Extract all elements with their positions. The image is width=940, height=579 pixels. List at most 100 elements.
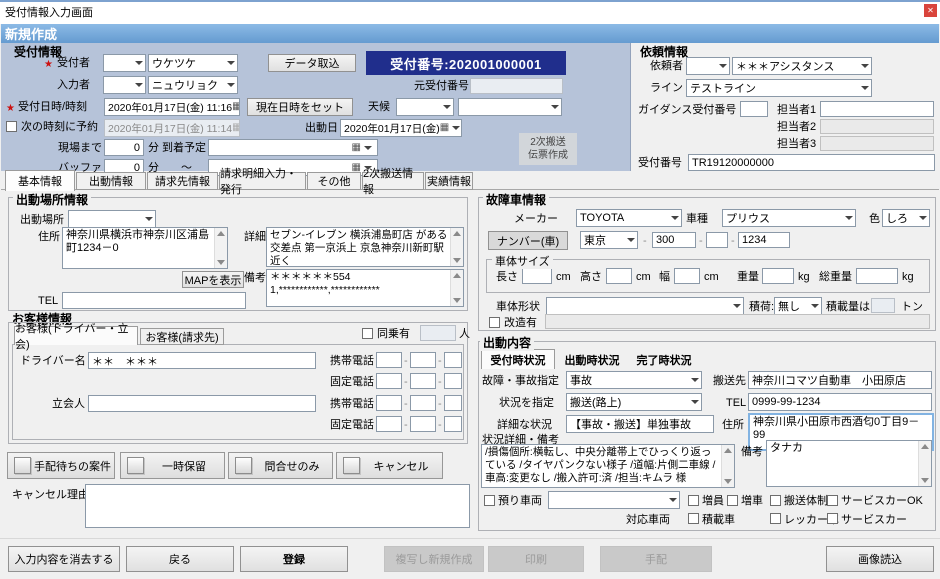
checkbox-icon[interactable] <box>343 457 360 474</box>
capacity-field[interactable] <box>871 298 895 313</box>
maker-select[interactable]: TOYOTA <box>576 209 682 227</box>
reserve-datetime-field[interactable]: 2020年01月17日(金) 11:14▦ <box>104 119 240 137</box>
add-staff-checkbox[interactable] <box>688 495 699 506</box>
input-person-code-select[interactable] <box>103 76 146 94</box>
modified-checkbox[interactable] <box>489 317 500 328</box>
scrollbar[interactable] <box>450 270 463 306</box>
add-car-checkbox[interactable] <box>727 495 738 506</box>
height-field[interactable] <box>606 268 632 284</box>
incident-type-select[interactable]: 事故 <box>566 371 702 389</box>
modified-detail-field[interactable] <box>545 314 930 329</box>
tab-basic-info[interactable]: 基本情報 <box>5 170 75 191</box>
eta-field[interactable]: ▦ <box>208 139 378 156</box>
body-shape-select[interactable] <box>546 297 744 315</box>
transport-system-checkbox[interactable] <box>770 495 781 506</box>
waiting-case-button[interactable]: 手配待ちの案件 <box>7 452 115 479</box>
driver-fixed-2[interactable] <box>410 373 436 389</box>
register-button[interactable]: 登録 <box>240 546 348 572</box>
tab-billing-info[interactable]: 請求先情報 <box>147 172 218 190</box>
scrollbar[interactable] <box>721 445 734 487</box>
tab-results[interactable]: 実績情報 <box>425 172 473 190</box>
passenger-count-field[interactable] <box>420 325 456 341</box>
scroll-down-icon[interactable] <box>921 478 929 483</box>
dispatch-place-select[interactable] <box>68 210 156 228</box>
show-map-button[interactable]: MAPを表示 <box>182 271 244 288</box>
scroll-down-icon[interactable] <box>453 298 461 303</box>
clear-input-button[interactable]: 入力内容を消去する <box>8 546 120 572</box>
witness-mobile-1[interactable] <box>376 395 402 411</box>
customer-tab-billing[interactable]: お客様(請求先) <box>140 328 224 345</box>
client-code-select[interactable] <box>686 57 730 75</box>
servicecar-ok-checkbox[interactable] <box>827 495 838 506</box>
scrollbar[interactable] <box>918 441 931 486</box>
driver-fixed-1[interactable] <box>376 373 402 389</box>
tab-secondary-transport[interactable]: 2次搬送情報 <box>362 172 424 190</box>
wrecker-checkbox[interactable] <box>770 513 781 524</box>
tab-invoice-entry[interactable]: 請求明細入力・発行 <box>219 172 306 190</box>
scroll-down-icon[interactable] <box>453 258 461 263</box>
plate-region-select[interactable]: 東京 <box>580 231 638 249</box>
gross-weight-field[interactable] <box>856 268 898 284</box>
driver-fixed-3[interactable] <box>444 373 462 389</box>
tab-dispatch-info[interactable]: 出動情報 <box>76 172 146 190</box>
scroll-up-icon[interactable] <box>217 231 225 236</box>
checkbox-icon[interactable] <box>127 457 144 474</box>
dispatch-day-field[interactable]: 2020年01月17日(金)▦ <box>340 119 462 137</box>
activity-note-textarea[interactable]: タナカ <box>766 440 932 487</box>
secondary-transport-slip-button[interactable]: 2次搬送 伝票作成 <box>519 133 577 165</box>
set-current-datetime-button[interactable]: 現在日時をセット <box>247 98 353 116</box>
staff1-field[interactable] <box>820 101 934 117</box>
deposit-vehicle-select[interactable] <box>548 491 680 509</box>
location-note-textarea[interactable]: ＊＊＊＊＊＊554 1,************,************ <box>266 269 464 307</box>
load-image-button[interactable]: 画像読込 <box>826 546 934 572</box>
receptionist-name-select[interactable]: ウケツケ <box>148 54 238 72</box>
cargo-select[interactable]: 無し <box>774 297 822 315</box>
width-field[interactable] <box>674 268 700 284</box>
driver-name-field[interactable]: ＊＊ ＊＊＊ <box>88 352 316 369</box>
destination-tel-field[interactable]: 0999-99-1234 <box>748 393 932 411</box>
staff3-field[interactable] <box>820 136 934 151</box>
tab-other[interactable]: その他 <box>307 172 361 190</box>
plate-class-field[interactable]: 300 <box>652 232 696 248</box>
length-field[interactable] <box>522 268 552 284</box>
activity-tab-dispatch[interactable]: 出動時状況 <box>557 351 627 369</box>
witness-fixed-2[interactable] <box>410 416 436 432</box>
customer-tab-driver[interactable]: お客様(ドライバー・立会) <box>14 326 138 345</box>
scroll-up-icon[interactable] <box>724 448 732 453</box>
scrollbar[interactable] <box>214 228 227 268</box>
scroll-up-icon[interactable] <box>921 444 929 449</box>
activity-tab-reception[interactable]: 受付時状況 <box>481 349 555 369</box>
weight-field[interactable] <box>762 268 794 284</box>
scroll-up-icon[interactable] <box>453 273 461 278</box>
plate-kana-field[interactable] <box>706 232 728 248</box>
close-icon[interactable]: ✕ <box>924 4 937 17</box>
passenger-checkbox[interactable] <box>362 328 373 339</box>
data-import-button[interactable]: データ取込 <box>268 54 356 72</box>
situation-select[interactable]: 搬送(路上) <box>566 393 702 411</box>
scroll-up-icon[interactable] <box>453 231 461 236</box>
weather-detail-select[interactable] <box>458 98 562 116</box>
witness-mobile-2[interactable] <box>410 395 436 411</box>
reception-datetime-field[interactable]: 2020年01月17日(金) 11:16▦ <box>104 98 240 116</box>
client-name-select[interactable]: ＊＊＊アシスタンス <box>732 57 872 75</box>
line-select[interactable]: テストライン <box>686 79 872 97</box>
driver-mobile-2[interactable] <box>410 352 436 368</box>
to-site-minutes-field[interactable]: 0 <box>104 139 144 156</box>
witness-fixed-1[interactable] <box>376 416 402 432</box>
plate-number-field[interactable]: 1234 <box>738 232 790 248</box>
back-button[interactable]: 戻る <box>126 546 234 572</box>
color-select[interactable]: しろ <box>882 209 930 227</box>
situation-memo-textarea[interactable]: /損傷個所:横転し、中央分離帯上でひっくり返っている /タイヤパンクない様子 /… <box>481 444 735 488</box>
staff2-field[interactable] <box>820 119 934 134</box>
guidance-number-field[interactable] <box>740 101 768 117</box>
witness-fixed-3[interactable] <box>444 416 462 432</box>
request-number-field[interactable]: TR19120000000 <box>688 154 935 171</box>
servicecar-checkbox[interactable] <box>827 513 838 524</box>
location-tel-field[interactable] <box>62 292 246 309</box>
driver-mobile-1[interactable] <box>376 352 402 368</box>
reserve-checkbox[interactable] <box>6 121 17 132</box>
model-select[interactable]: プリウス <box>722 209 856 227</box>
inquiry-only-button[interactable]: 問合せのみ <box>228 452 333 479</box>
weather-select[interactable] <box>396 98 454 116</box>
location-address-textarea[interactable]: 神奈川県横浜市神奈川区浦島町1234－0 <box>62 227 228 269</box>
